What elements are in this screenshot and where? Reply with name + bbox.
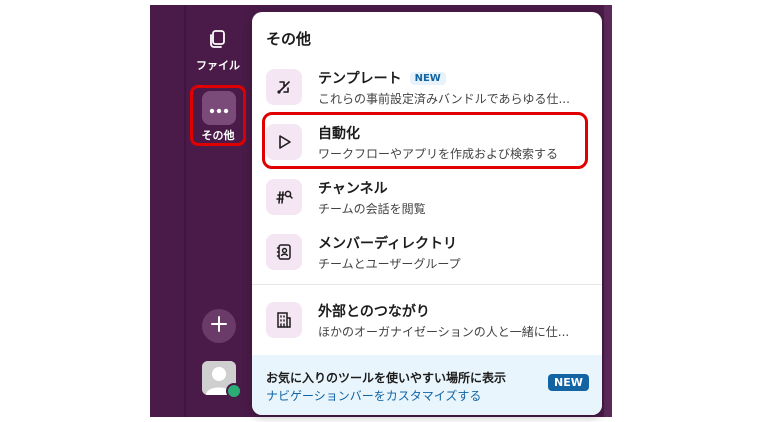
- promo-title: お気に入りのツールを使いやすい場所に表示: [266, 371, 507, 385]
- sidebar-item-label: ファイル: [196, 59, 240, 72]
- new-badge: NEW: [409, 72, 446, 85]
- sidebar-item-more[interactable]: [202, 91, 236, 125]
- template-icon: [266, 69, 302, 105]
- add-button[interactable]: [202, 309, 236, 343]
- menu-item-channels[interactable]: チャンネル チームの会話を閲覧: [252, 170, 602, 224]
- new-badge: NEW: [548, 374, 589, 391]
- more-horizontal-icon: [209, 99, 229, 118]
- menu-item-description: チームの会話を閲覧: [318, 202, 426, 216]
- more-menu-panel: その他 テンプレート NEW これらの事前設定済みバンドルであらゆる仕... 自動…: [252, 12, 602, 415]
- sidebar-item-label: その他: [201, 129, 235, 142]
- customize-nav-promo: お気に入りのツールを使いやすい場所に表示 ナビゲーションバーをカスタマイズする …: [252, 355, 602, 415]
- building-icon: [266, 302, 302, 338]
- files-icon: [206, 27, 230, 51]
- workspace-edge: [604, 5, 612, 417]
- contact-book-icon: [266, 234, 302, 270]
- sidebar: ファイル その他: [150, 5, 252, 417]
- menu-item-title: テンプレート: [318, 71, 402, 87]
- menu-item-title: チャンネル: [318, 181, 388, 197]
- presence-indicator: [226, 383, 242, 399]
- menu-item-title: 外部とのつながり: [318, 304, 430, 320]
- divider: [252, 284, 602, 285]
- menu-item-description: チームとユーザーグループ: [318, 257, 461, 271]
- menu-item-title: メンバーディレクトリ: [318, 236, 458, 252]
- menu-item-templates[interactable]: テンプレート NEW これらの事前設定済みバンドルであらゆる仕...: [252, 60, 602, 114]
- menu-item-external-connections[interactable]: 外部とのつながり ほかのオーガナイゼーションの人と一緒に仕...: [252, 293, 602, 347]
- sidebar-item-files[interactable]: ファイル: [184, 27, 252, 73]
- menu-item-description: ほかのオーガナイゼーションの人と一緒に仕...: [318, 325, 570, 339]
- menu-item-member-directory[interactable]: メンバーディレクトリ チームとユーザーグループ: [252, 225, 602, 279]
- plus-icon: [210, 315, 228, 337]
- menu-item-description: これらの事前設定済みバンドルであらゆる仕...: [318, 92, 570, 106]
- automation-highlight-box: [262, 112, 588, 169]
- channel-search-icon: [266, 179, 302, 215]
- customize-nav-link[interactable]: ナビゲーションバーをカスタマイズする: [266, 387, 481, 404]
- panel-title: その他: [266, 30, 312, 48]
